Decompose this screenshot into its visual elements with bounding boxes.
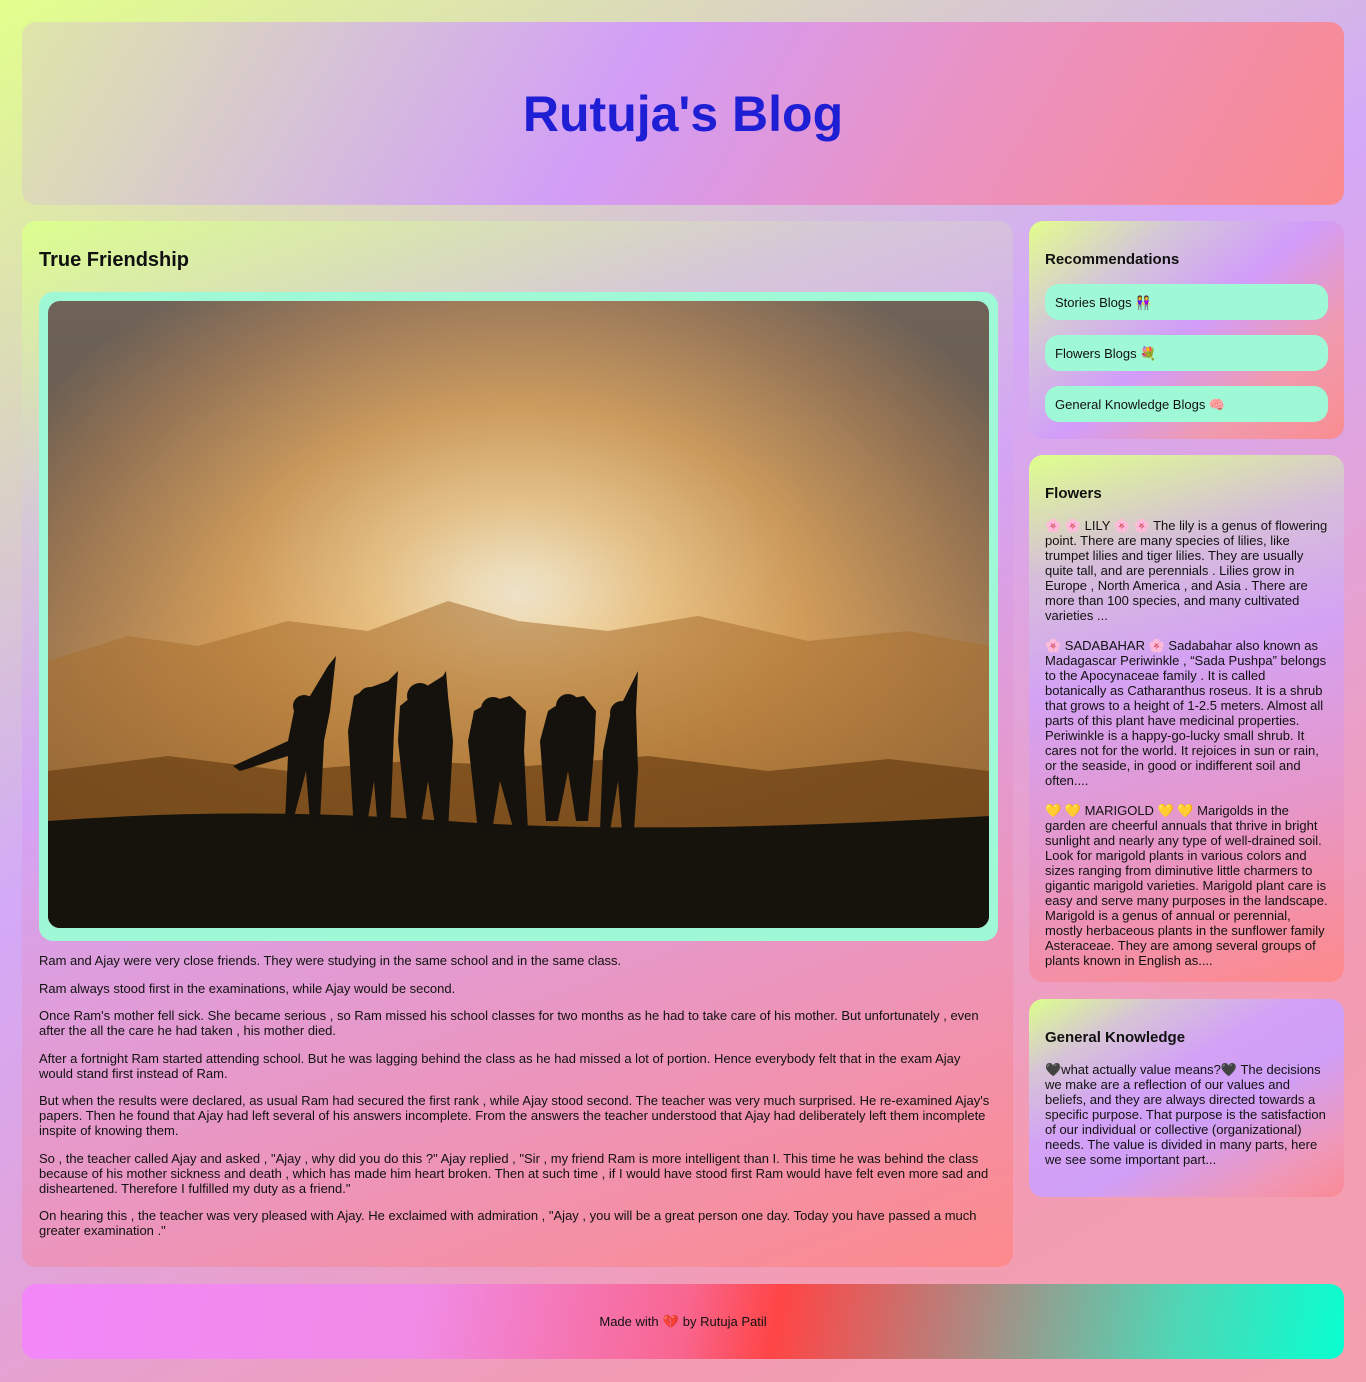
recommendations-panel: Recommendations Stories Blogs 👭 Flowers …: [1029, 221, 1344, 439]
general-knowledge-panel: General Knowledge 🖤what actually value m…: [1029, 999, 1344, 1197]
flower-marigold-text: 💛 💛 MARIGOLD 💛 💛 Marigolds in the garden…: [1045, 803, 1328, 968]
site-header: Rutuja's Blog: [22, 22, 1344, 205]
recommendations-heading: Recommendations: [1045, 251, 1180, 268]
site-footer: Made with 💔 by Rutuja Patil: [22, 1284, 1344, 1359]
post-paragraph: Ram and Ajay were very close friends. Th…: [39, 953, 622, 968]
post-paragraph: Ram always stood first in the examinatio…: [39, 980, 456, 996]
broken-heart-icon: 💔: [662, 1313, 679, 1329]
post-image-frame: [39, 292, 998, 941]
flowers-heading: Flowers: [1045, 485, 1102, 502]
general-knowledge-blogs-link[interactable]: General Knowledge Blogs 🧠: [1045, 386, 1328, 422]
footer-prefix: Made with: [599, 1314, 659, 1329]
flowers-panel: Flowers 🌸 🌸 LILY 🌸 🌸 The lily is a genus…: [1029, 455, 1344, 982]
site-title: Rutuja's Blog: [522, 85, 844, 142]
general-knowledge-heading: General Knowledge: [1045, 1029, 1186, 1046]
post-title: True Friendship: [39, 249, 190, 271]
main-post: True Friendship Ram and Ajay were very c…: [22, 221, 1013, 1267]
flowers-body: 🌸 🌸 LILY 🌸 🌸 The lily is a genus of flow…: [1045, 518, 1328, 968]
general-knowledge-text: 🖤what actually value means?🖤 The decisio…: [1045, 1062, 1326, 1167]
post-image: [48, 301, 989, 928]
stories-blogs-link[interactable]: Stories Blogs 👭: [1045, 284, 1328, 320]
flower-sadabahar-text: 🌸 SADABAHAR 🌸 Sadabahar also known as Ma…: [1045, 638, 1327, 788]
flower-lily-text: 🌸 🌸 LILY 🌸 🌸 The lily is a genus of flow…: [1045, 518, 1328, 623]
post-paragraph: So , the teacher called Ajay and asked ,…: [39, 1150, 989, 1196]
footer-author: by Rutuja Patil: [682, 1314, 767, 1329]
post-paragraph: Once Ram's mother fell sick. She became …: [39, 1008, 979, 1038]
flowers-blogs-link[interactable]: Flowers Blogs 💐: [1045, 335, 1328, 371]
post-paragraph: On hearing this , the teacher was very p…: [39, 1208, 977, 1238]
post-body: Ram and Ajay were very close friends. Th…: [39, 953, 996, 1238]
post-paragraph: But when the results were declared, as u…: [39, 1093, 990, 1138]
post-paragraph: After a fortnight Ram started attending …: [39, 1050, 961, 1081]
general-knowledge-body: 🖤what actually value means?🖤 The decisio…: [1045, 1062, 1328, 1167]
